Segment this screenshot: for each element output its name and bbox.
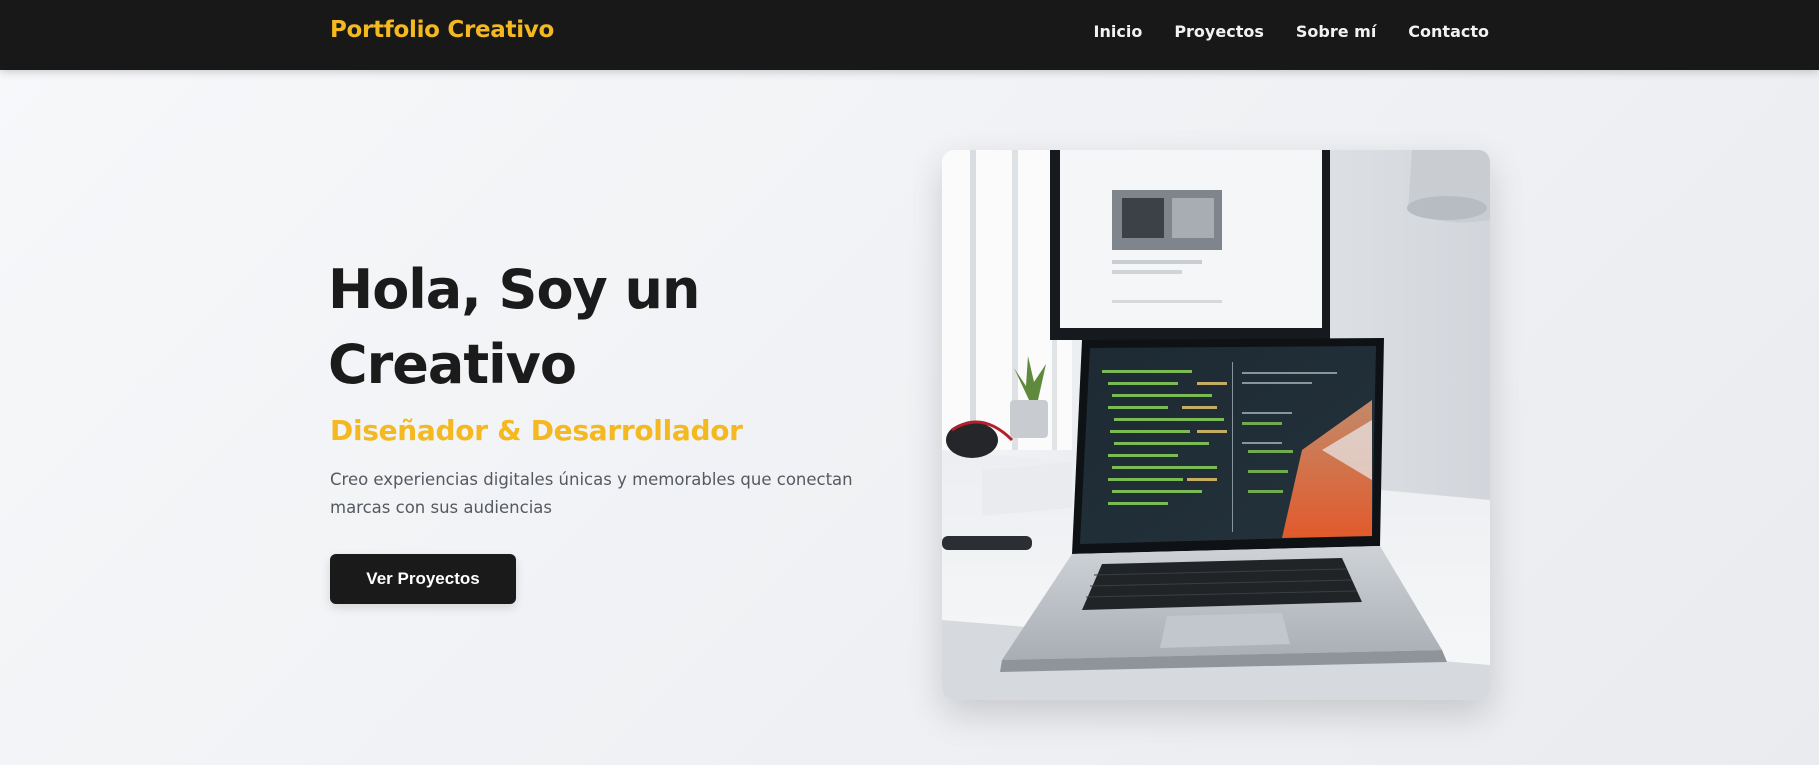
brand-logo[interactable]: Portfolio Creativo [330,17,554,43]
nav-item-inicio: Inicio [1094,22,1143,42]
hero-title: Hola, Soy un Creativo [328,258,700,396]
nav-link-proyectos[interactable]: Proyectos [1174,22,1264,41]
hero-image [942,150,1490,700]
laptop-workspace-photo [942,150,1490,700]
nav-link-sobre-mi[interactable]: Sobre mí [1296,22,1376,41]
navbar: Portfolio Creativo Inicio Proyectos Sobr… [0,0,1819,70]
nav-link-contacto[interactable]: Contacto [1408,22,1489,41]
nav-link-inicio[interactable]: Inicio [1094,22,1143,41]
hero-description: Creo experiencias digitales únicas y mem… [330,470,853,517]
view-projects-button[interactable]: Ver Proyectos [330,554,516,604]
hero-subtitle: Diseñador & Desarrollador [330,414,743,447]
nav-item-contacto: Contacto [1408,22,1489,42]
nav-menu: Inicio Proyectos Sobre mí Contacto [1094,22,1489,42]
nav-item-sobre-mi: Sobre mí [1296,22,1376,42]
nav-item-proyectos: Proyectos [1174,22,1264,42]
